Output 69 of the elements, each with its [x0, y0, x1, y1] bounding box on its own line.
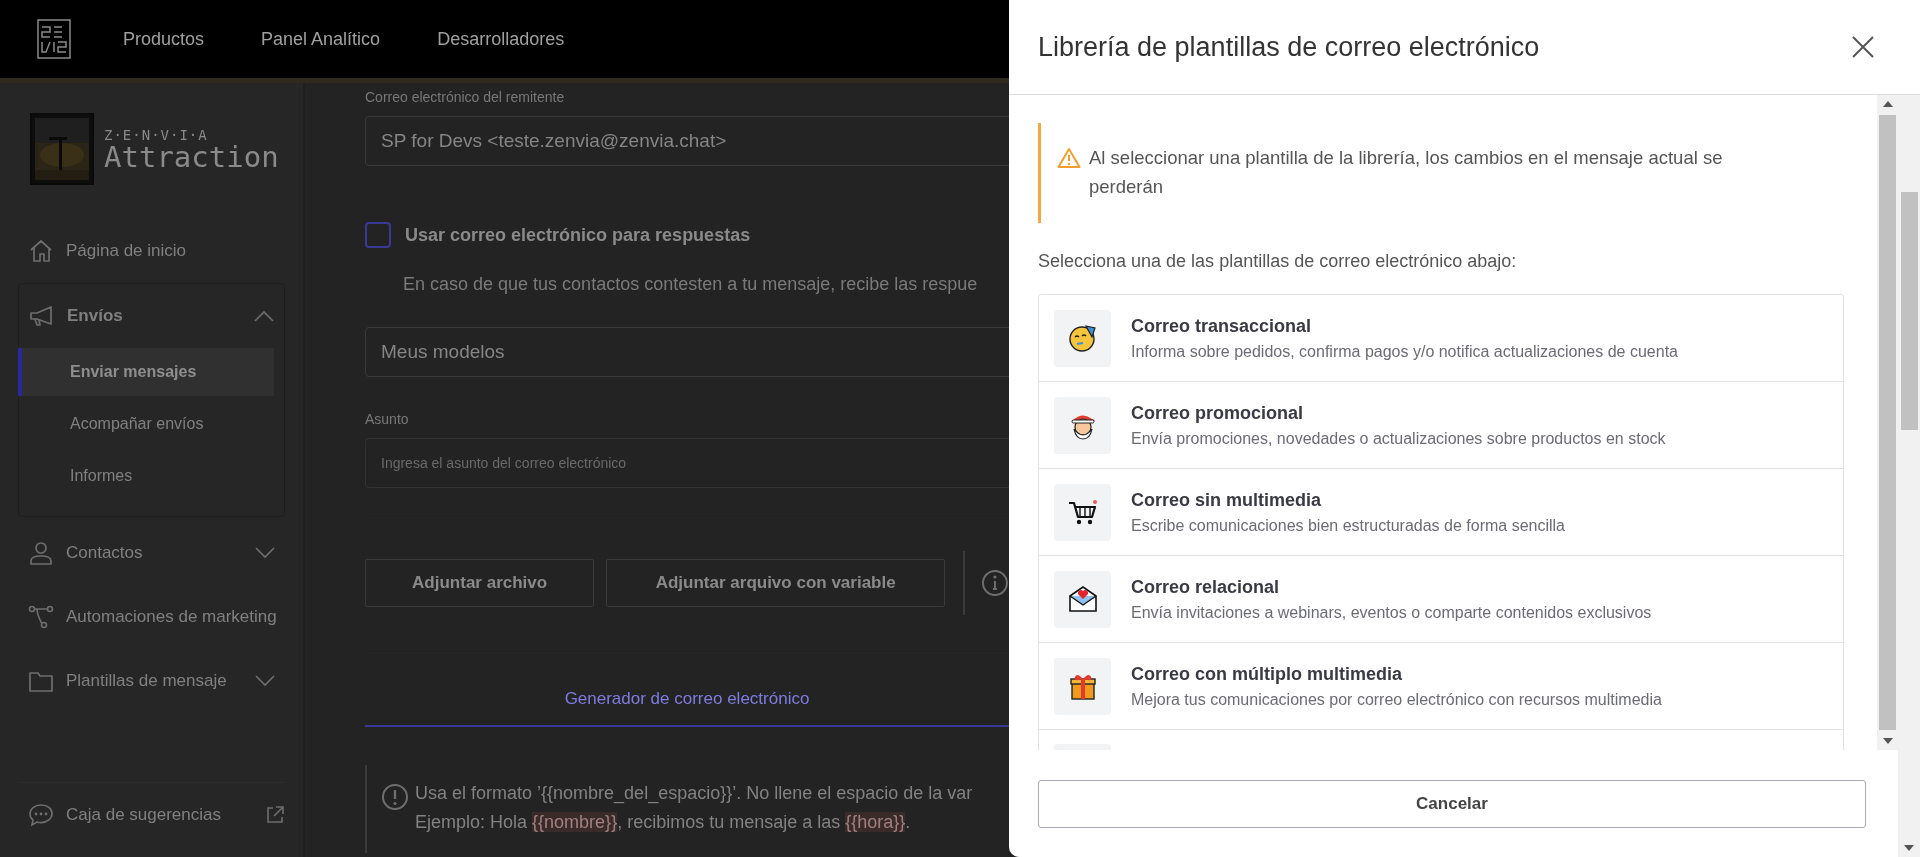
nav-link[interactable]: Productos: [123, 28, 205, 50]
template-dropdown[interactable]: Meus modelos: [365, 327, 1009, 377]
home-icon: [28, 238, 54, 264]
sender-field[interactable]: SP for Devs <teste.zenvia@zenvia.chat>: [365, 116, 1009, 166]
nav-link[interactable]: Panel Analítico: [261, 28, 381, 50]
helper-text: En caso de que tus contactos contesten a tu mensaje, recibe las respue: [403, 274, 979, 295]
checkbox-label: Usar correo electrónico para respuestas: [405, 224, 751, 246]
menu-item[interactable]: Caja de sugerencias: [18, 783, 285, 847]
scroll-down-arrow-icon[interactable]: [1882, 738, 1893, 744]
submenu-item[interactable]: Acompañar envíos: [18, 400, 274, 448]
branch-icon: [28, 604, 54, 630]
scrollbar-thumb[interactable]: [1879, 115, 1896, 730]
brand-tagline: Z·E·N·V·I·A: [104, 126, 209, 143]
template-title: Correo transaccional: [1131, 315, 1313, 337]
party-face-icon: [1066, 322, 1099, 354]
chevron-up-icon: [254, 310, 274, 322]
external-link-icon: [265, 805, 285, 825]
menu-group-header[interactable]: Contactos: [18, 521, 285, 585]
attach-button[interactable]: Adjuntar archivo: [365, 559, 595, 607]
template-option[interactable]: Correo promocional Envía promociones, novedades o actualizaciones sobre productos en stock: [1039, 382, 1843, 469]
submenu-item[interactable]: Enviar mensajes: [18, 348, 274, 396]
brand-name: Attraction: [104, 142, 279, 172]
instruction-text: Selecciona una de las plantillas de correo electrónico abajo:: [1038, 251, 1518, 272]
scroll-up-arrow-icon[interactable]: [1882, 101, 1893, 107]
chat-bubble-icon: [28, 803, 54, 827]
person-icon: [28, 540, 54, 566]
template-option[interactable]: Correo con múltiplo multimedia Mejora tus comunicaciones por correo electrónico con recursos multimedia: [1039, 643, 1843, 730]
nav-link[interactable]: Desarrolladores: [437, 28, 565, 50]
menu-group-header[interactable]: Plantillas de mensaje: [18, 649, 285, 713]
menu-item[interactable]: Automaciones de marketing: [0, 585, 303, 649]
menu-item[interactable]: Página de inicio: [0, 219, 303, 283]
logo-icon[interactable]: [37, 19, 71, 59]
scrollbar[interactable]: [1898, 95, 1920, 857]
template-description: Informa sobre pedidos, confirma pagos y/o notifica actualizaciones de cuenta: [1131, 342, 1678, 361]
template-title: Correo relacional: [1131, 576, 1281, 598]
template-option[interactable]: Correo sin multimedia Escribe comunicaciones bien estructuradas de forma sencilla: [1039, 469, 1843, 556]
chevron-down-icon: [255, 547, 275, 559]
megaphone-icon: [29, 303, 55, 329]
cancel-button[interactable]: Cancelar: [1038, 780, 1866, 828]
menu-group-header[interactable]: Envíos: [19, 284, 284, 348]
scrollbar[interactable]: [1877, 95, 1898, 750]
checkbox[interactable]: [365, 222, 391, 248]
scrollbar-thumb[interactable]: [1900, 192, 1918, 430]
submenu-item[interactable]: Informes: [18, 452, 274, 500]
dialog-title: Librería de plantillas de correo electrónico: [1038, 31, 1540, 63]
warning-text: Al seleccionar una plantilla de la librería, los cambios en el mensaje actual se perderán: [1089, 146, 1724, 199]
template-description: Envía promociones, novedades o actualizaciones sobre productos en stock: [1131, 429, 1666, 448]
warning-icon: [1057, 147, 1081, 169]
notice-text: Usa el formato ’{{nombre_del_espacio}}’. No llene el espacio de la var: [415, 783, 973, 804]
example-text: Ejemplo: Hola {{nombre}}, recibimos tu mensaje a las {{hora}}.: [415, 812, 912, 833]
template-description: Mejora tus comunicaciones por correo electrónico con recursos multimedia: [1131, 690, 1662, 709]
info-icon[interactable]: [981, 569, 1009, 597]
field-label: Correo electrónico del remitente: [365, 89, 566, 105]
envelope-heart-icon: [1066, 583, 1099, 615]
template-description: Escribe comunicaciones bien estructuradas de forma sencilla: [1131, 516, 1565, 535]
scroll-down-arrow-icon[interactable]: [1904, 845, 1914, 851]
attach-button[interactable]: Adjuntar arquivo con variable: [606, 559, 946, 607]
template-description: Envía invitaciones a webinars, eventos o comparte contenidos exclusivos: [1131, 603, 1652, 622]
close-icon[interactable]: [1851, 35, 1875, 59]
template-title: Correo promocional: [1131, 402, 1305, 424]
field-label: Asunto: [365, 411, 410, 427]
exclamation-icon: [381, 783, 409, 811]
template-option[interactable]: Correo transaccional Informa sobre pedidos, confirma pagos y/o notifica actualizaciones de cuenta: [1039, 295, 1843, 382]
chevron-down-icon: [255, 675, 275, 687]
template-option[interactable]: Correo relacional Envía invitaciones a webinars, eventos o comparte contenidos exclusivos: [1039, 556, 1843, 643]
tab[interactable]: Generador de correo electrónico: [365, 689, 1009, 727]
template-title: Correo con múltiplo multimedia: [1131, 663, 1404, 685]
subject-input[interactable]: Ingresa el asunto del correo electrónico: [365, 438, 1009, 488]
template-title: Correo sin multimedia: [1131, 489, 1323, 511]
